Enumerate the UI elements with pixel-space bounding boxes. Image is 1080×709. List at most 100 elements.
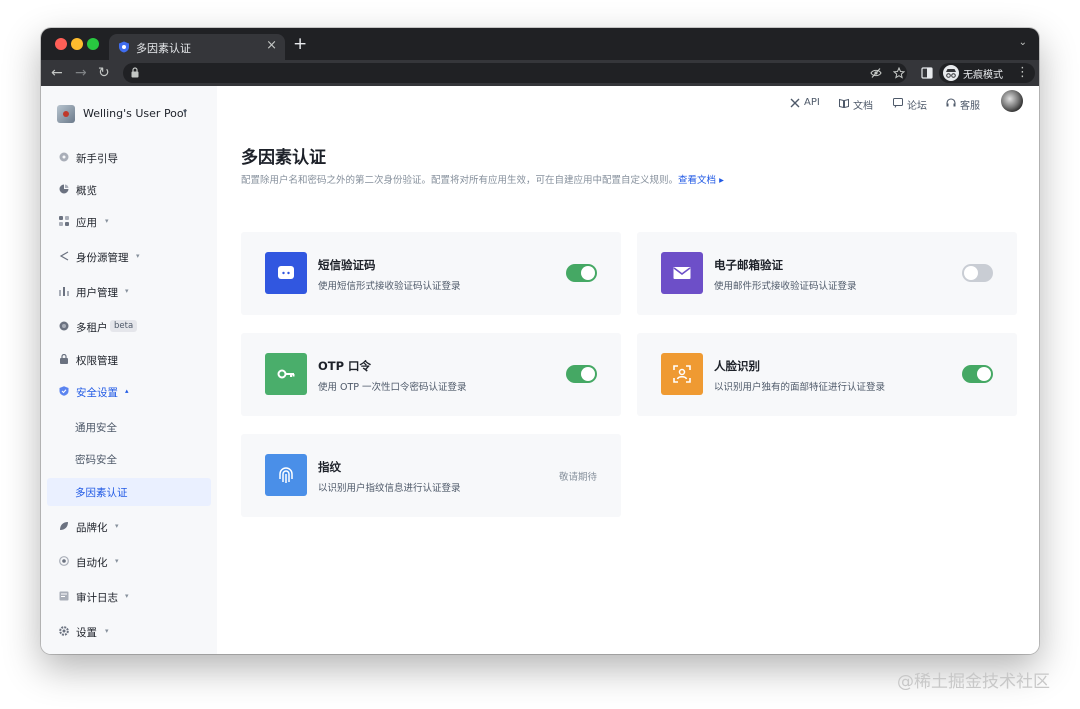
mfa-card-sms: 短信验证码 使用短信形式接收验证码认证登录 — [241, 232, 621, 315]
sidebar-subitem-mfa[interactable]: 多因素认证 — [47, 478, 211, 506]
chevron-down-icon: ▾ — [136, 252, 140, 260]
address-bar[interactable] — [123, 63, 907, 83]
topnav-label: 论坛 — [907, 101, 927, 112]
face-scan-icon — [661, 353, 703, 395]
sidebar-item-label: 概览 — [76, 185, 97, 197]
sidebar-subitem-general-security[interactable]: 通用安全 — [47, 413, 211, 441]
minimize-window-button[interactable] — [71, 38, 83, 50]
chevron-down-icon: ▾ — [183, 107, 188, 116]
page-description: 配置除用户名和密码之外的第二次身份验证。配置将对所有应用生效，可在自建应用中配置… — [241, 172, 724, 186]
tab-search-icon[interactable]: ⌄ — [1019, 37, 1027, 48]
otp-toggle[interactable] — [566, 365, 597, 383]
browser-tab[interactable]: 多因素认证 × — [109, 34, 285, 60]
view-docs-link[interactable]: 查看文档 ▸ — [678, 175, 724, 186]
tools-icon — [790, 98, 800, 108]
topnav-label: API — [804, 97, 820, 108]
email-toggle[interactable] — [962, 264, 993, 282]
user-pool-logo — [57, 105, 75, 123]
sidebar-item-guide[interactable]: 新手引导 — [47, 144, 211, 172]
mfa-card-otp: OTP 口令 使用 OTP 一次性口令密码认证登录 — [241, 333, 621, 416]
tab-title: 多因素认证 — [136, 42, 191, 55]
side-panel-icon[interactable] — [921, 67, 933, 79]
reload-button[interactable]: ↻ — [98, 64, 110, 82]
tab-close-icon[interactable]: × — [266, 38, 277, 53]
mfa-card-title: 人脸识别 — [714, 359, 760, 373]
sidebar-item-label: 新手引导 — [76, 153, 118, 165]
chevron-down-icon: ▾ — [115, 522, 119, 530]
eye-off-icon[interactable] — [870, 67, 882, 79]
mfa-card-description: 使用邮件形式接收验证码认证登录 — [714, 281, 857, 292]
log-icon — [59, 591, 69, 601]
sidebar-item-settings[interactable]: 设置 ▾ — [47, 618, 211, 646]
back-button[interactable]: ← — [51, 64, 63, 82]
user-pool-name: Welling's User Pool — [83, 107, 187, 120]
sidebar-item-identity-sources[interactable]: 身份源管理 ▾ — [47, 243, 211, 271]
mfa-card-description: 使用短信形式接收验证码认证登录 — [318, 281, 461, 292]
user-pool-switcher[interactable]: Welling's User Pool ▾ — [57, 104, 207, 124]
sidebar-item-label: 自动化 — [76, 557, 108, 569]
new-tab-button[interactable]: + — [293, 34, 307, 54]
sidebar-item-apps[interactable]: 应用 ▾ — [47, 208, 211, 236]
mfa-card-title: 指纹 — [318, 460, 341, 474]
sidebar-item-label: 身份源管理 — [76, 252, 129, 264]
share-icon — [59, 251, 69, 261]
toggle-knob — [964, 266, 978, 280]
mfa-card-fingerprint: 指纹 以识别用户指纹信息进行认证登录 敬请期待 — [241, 434, 621, 517]
mfa-card-face: 人脸识别 以识别用户独有的面部特征进行认证登录 — [637, 333, 1017, 416]
more-menu-icon[interactable]: ⋮ — [1016, 64, 1029, 82]
page-description-text: 配置除用户名和密码之外的第二次身份验证。配置将对所有应用生效，可在自建应用中配置… — [241, 175, 679, 186]
chevron-down-icon: ▾ — [125, 287, 129, 295]
sidebar-item-label: 安全设置 — [76, 387, 118, 399]
sidebar-item-automation[interactable]: 自动化 ▾ — [47, 548, 211, 576]
sidebar-item-security[interactable]: 安全设置 ▴ — [47, 378, 211, 406]
toggle-knob — [581, 367, 595, 381]
topnav-label: 文档 — [853, 101, 873, 112]
mfa-card-description: 以识别用户指纹信息进行认证登录 — [318, 483, 461, 494]
sidebar-item-label: 审计日志 — [76, 592, 118, 604]
users-icon — [59, 287, 69, 296]
automation-icon — [59, 556, 69, 566]
caret-right-icon: ▸ — [719, 175, 724, 186]
mfa-card-description: 以识别用户独有的面部特征进行认证登录 — [714, 382, 886, 393]
watermark: @稀土掘金技术社区 — [897, 672, 1050, 692]
sidebar-item-audit-logs[interactable]: 审计日志 ▾ — [47, 583, 211, 611]
mfa-card-title: 电子邮箱验证 — [714, 258, 783, 272]
face-toggle[interactable] — [962, 365, 993, 383]
chevron-down-icon: ▾ — [105, 217, 109, 225]
incognito-icon — [943, 65, 959, 81]
close-window-button[interactable] — [55, 38, 67, 50]
maximize-window-button[interactable] — [87, 38, 99, 50]
mail-icon — [661, 252, 703, 294]
incognito-label: 无痕模式 — [963, 70, 1003, 81]
beta-badge: beta — [110, 320, 138, 332]
sidebar-item-overview[interactable]: 概览 — [47, 176, 211, 204]
forward-button[interactable]: → — [75, 64, 87, 82]
lock-icon — [131, 67, 139, 78]
sidebar-item-branding[interactable]: 品牌化 ▾ — [47, 513, 211, 541]
browser-toolbar: ← → ↻ 无痕模式 ⋮ — [41, 60, 1039, 86]
fingerprint-icon — [265, 454, 307, 496]
guide-icon — [59, 152, 69, 162]
pie-chart-icon — [59, 184, 69, 194]
sidebar-item-label: 设置 — [76, 627, 97, 639]
user-avatar[interactable] — [1001, 90, 1023, 112]
sidebar-item-label: 应用 — [76, 217, 97, 229]
key-icon — [265, 353, 307, 395]
page-title: 多因素认证 — [241, 148, 326, 168]
browser-titlebar: 多因素认证 × + ⌄ — [41, 28, 1039, 60]
apps-grid-icon — [59, 216, 69, 226]
view-docs-link-label: 查看文档 — [678, 175, 717, 186]
toggle-knob — [977, 367, 991, 381]
sidebar-item-permissions[interactable]: 权限管理 — [47, 346, 211, 374]
sidebar-item-label: 品牌化 — [76, 522, 108, 534]
browser-window: 多因素认证 × + ⌄ ← → ↻ 无痕模式 ⋮ Welling's User … — [41, 28, 1039, 654]
sms-toggle[interactable] — [566, 264, 597, 282]
sidebar-item-multi-tenant[interactable]: 多租户 beta — [47, 313, 211, 341]
sidebar-subitem-label: 通用安全 — [75, 422, 117, 434]
mfa-card-email: 电子邮箱验证 使用邮件形式接收验证码认证登录 — [637, 232, 1017, 315]
star-icon[interactable] — [893, 67, 905, 79]
mfa-card-description: 使用 OTP 一次性口令密码认证登录 — [318, 382, 467, 393]
sidebar: Welling's User Pool ▾ 新手引导 概览 应用 ▾ 身份源管理… — [41, 86, 217, 654]
sidebar-item-users[interactable]: 用户管理 ▾ — [47, 278, 211, 306]
sidebar-subitem-password-security[interactable]: 密码安全 — [47, 445, 211, 473]
